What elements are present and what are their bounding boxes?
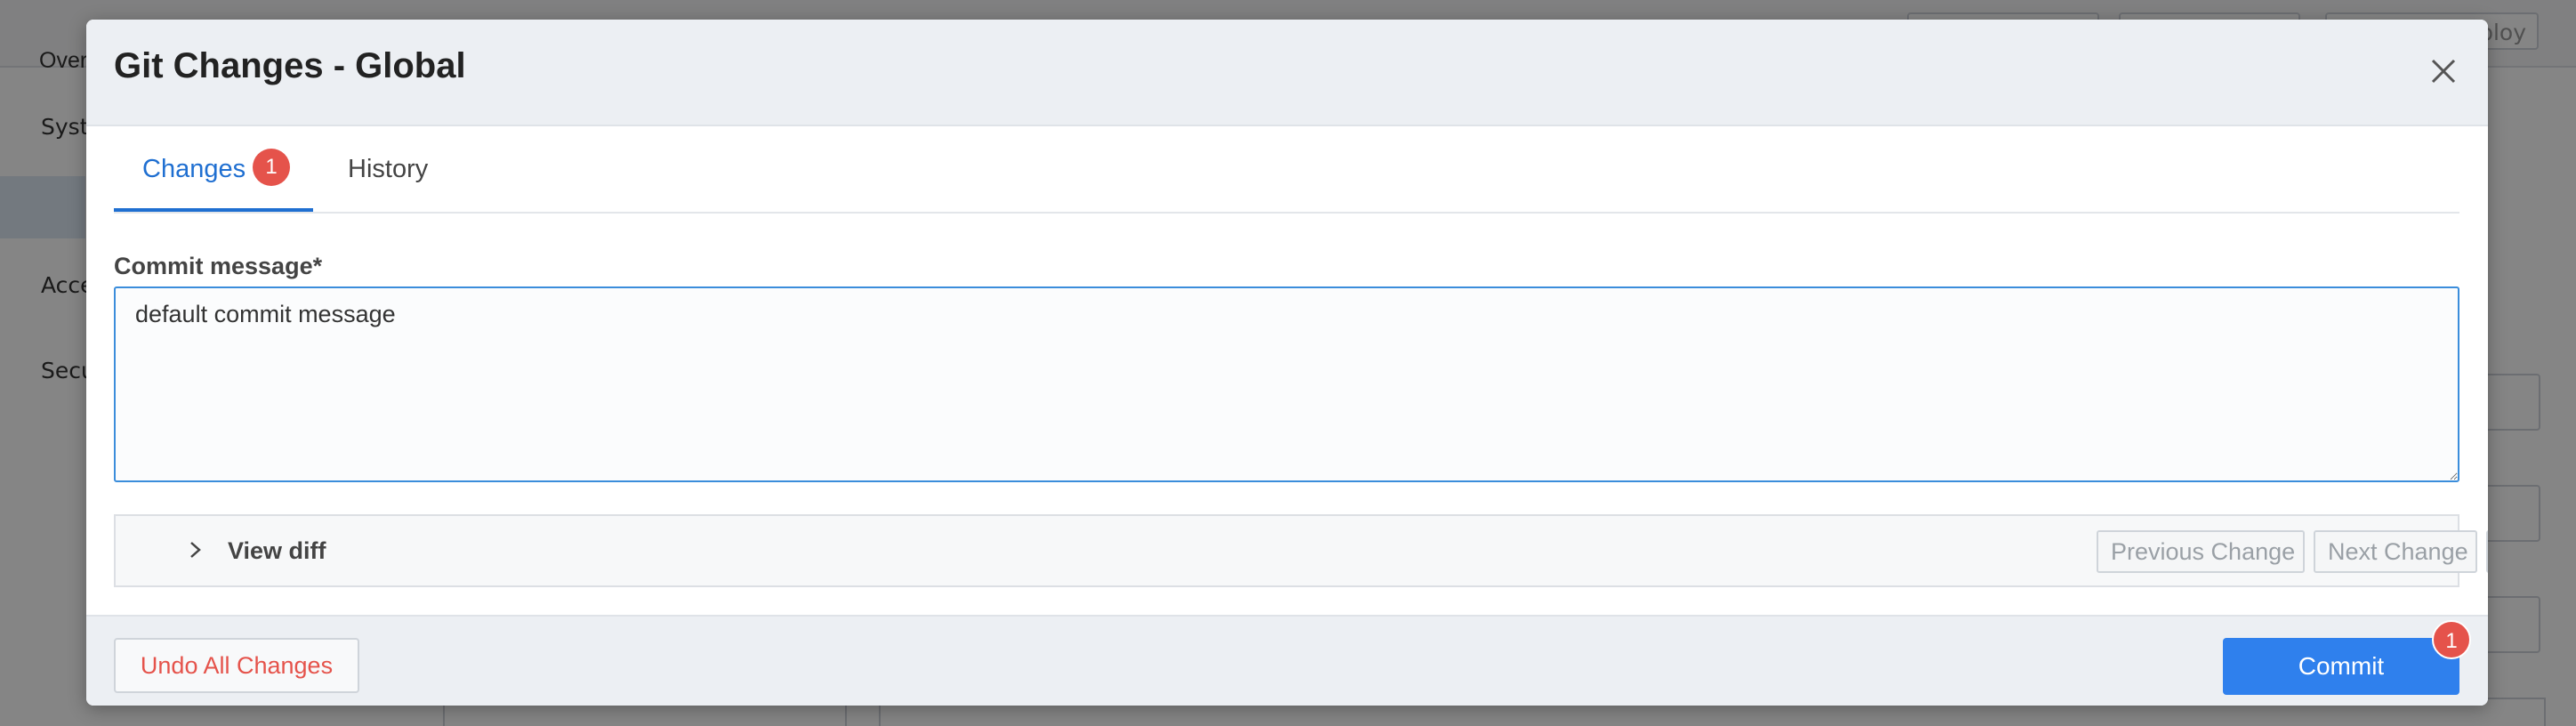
tab-history-label: History — [348, 155, 429, 183]
view-diff-panel: View diff Previous Change Next Change — [114, 514, 2488, 587]
modal-title: Git Changes - Global — [114, 46, 466, 85]
tab-changes-label: Changes — [142, 155, 246, 183]
view-diff-label: View diff — [228, 537, 326, 564]
commit-count-badge: 1 — [2432, 620, 2471, 659]
previous-change-button[interactable]: Previous Change — [2097, 530, 2305, 573]
close-button[interactable] — [2427, 55, 2459, 87]
next-change-button[interactable]: Next Change — [2314, 530, 2477, 573]
tab-changes[interactable]: Changes 1 — [114, 126, 313, 212]
modal-tabs: Changes 1 History — [114, 126, 2459, 214]
close-icon — [2431, 59, 2456, 84]
commit-button[interactable]: Commit — [2223, 638, 2459, 695]
commit-message-label: Commit message* — [114, 253, 323, 279]
tab-history[interactable]: History — [348, 126, 428, 210]
chevron-right-icon — [190, 542, 201, 558]
undo-all-changes-button[interactable]: Undo All Changes — [114, 638, 359, 693]
git-changes-modal: Git Changes - Global Changes 1 History Co… — [86, 20, 2488, 706]
diff-settings-button[interactable] — [2486, 530, 2488, 573]
modal-footer: Undo All Changes Commit — [86, 615, 2488, 706]
changes-count-badge: 1 — [253, 149, 291, 187]
modal-header: Git Changes - Global — [86, 20, 2488, 126]
commit-message-input[interactable] — [114, 286, 2459, 482]
commit-button-label: Commit — [2298, 652, 2385, 680]
